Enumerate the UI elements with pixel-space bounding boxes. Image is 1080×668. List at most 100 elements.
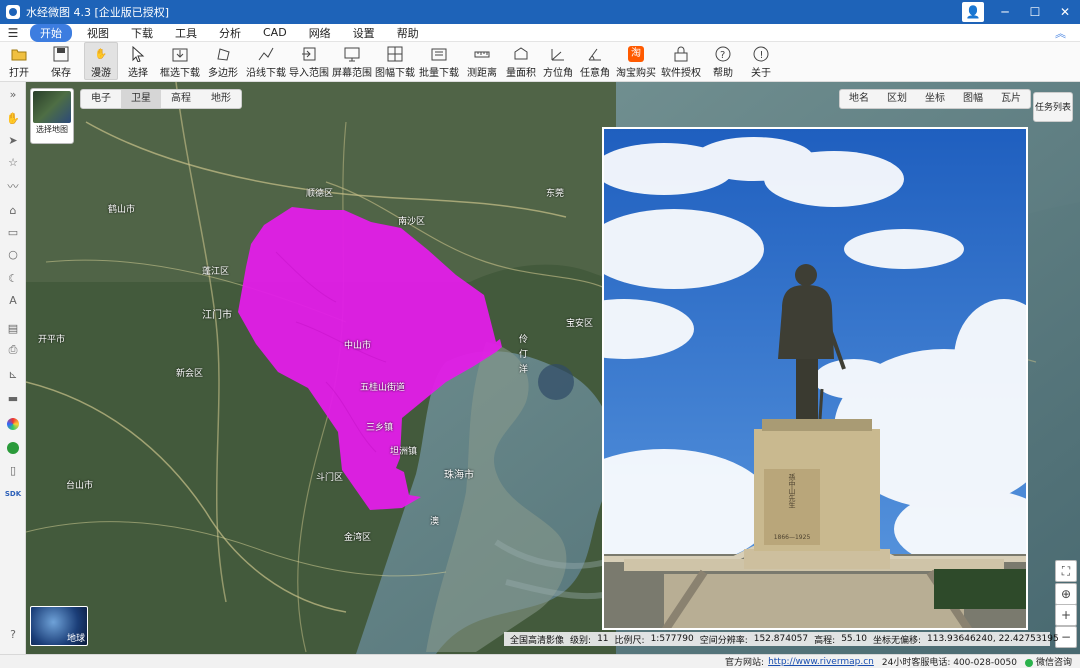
printer-icon[interactable]: ⎙ [5, 342, 21, 358]
site-link[interactable]: http://www.rivermap.cn [768, 657, 874, 667]
rectangle-icon[interactable]: ▭ [5, 224, 21, 240]
tab-electronic[interactable]: 电子 [81, 90, 121, 108]
minimize-button[interactable]: ─ [990, 0, 1020, 24]
close-button[interactable]: ✕ [1050, 0, 1080, 24]
line-download-button[interactable]: 沿线下载 [244, 42, 288, 80]
info-coord-label: 坐标无偏移: [872, 635, 921, 646]
menu-analysis[interactable]: 分析 [208, 25, 252, 41]
locate-icon[interactable]: ⊕ [1055, 583, 1077, 605]
polyline-icon[interactable]: 〰 [5, 178, 21, 194]
lock-icon [672, 45, 690, 63]
tab-placename[interactable]: 地名 [840, 90, 878, 108]
measure-distance-button[interactable]: 测距离 [462, 42, 502, 80]
map-label-tanzhou: 坦洲镇 [390, 447, 418, 457]
compass-icon[interactable] [5, 440, 21, 456]
map-label-pengjiang: 蓬江区 [202, 267, 230, 277]
info-icon: ! [752, 45, 770, 63]
statue-photo: 孫中山先生 1866—1925 [602, 127, 1028, 630]
map-type-selector[interactable]: 选择地图 [30, 88, 74, 144]
expand-icon[interactable]: » [5, 86, 21, 102]
box-download-icon [171, 45, 189, 63]
map-label-xinhui: 新会区 [176, 369, 204, 379]
select-button[interactable]: 选择 [118, 42, 158, 80]
map-label-heshan: 鹤山市 [108, 205, 136, 215]
collapse-ribbon-icon[interactable]: ︽ [1055, 25, 1066, 41]
phone-icon[interactable]: ▯ [5, 462, 21, 478]
color-icon[interactable] [5, 416, 21, 432]
azimuth-icon[interactable]: ⊾ [5, 366, 21, 382]
circle-icon[interactable]: ○ [5, 246, 21, 262]
info-layer: 全国高清影像 [510, 635, 565, 646]
task-list-button[interactable]: 任务列表 [1033, 92, 1073, 122]
map-label-jinwan: 金湾区 [344, 533, 372, 543]
info-res-label: 空间分辨率: [699, 635, 748, 646]
save-button[interactable]: 保存 [38, 42, 84, 80]
help-button[interactable]: ? 帮助 [704, 42, 742, 80]
svg-text:?: ? [720, 50, 725, 61]
info-elev: 55.10 [841, 634, 867, 644]
maximize-button[interactable]: ☐ [1020, 0, 1050, 24]
menu-download[interactable]: 下载 [120, 25, 164, 41]
any-angle-button[interactable]: 任意角 [576, 42, 614, 80]
menu-network[interactable]: 网络 [298, 25, 342, 41]
tab-satellite[interactable]: 卫星 [121, 90, 161, 108]
menu-help[interactable]: 帮助 [386, 25, 430, 41]
help-circle-icon[interactable]: ? [5, 626, 21, 642]
area-icon [512, 45, 530, 63]
star-icon[interactable]: ☆ [5, 154, 21, 170]
box-download-button[interactable]: 框选下载 [158, 42, 202, 80]
area-icon[interactable]: ⌂ [5, 202, 21, 218]
menu-tools[interactable]: 工具 [164, 25, 208, 41]
map-label-sanxiang: 三乡镇 [366, 423, 394, 433]
about-button[interactable]: ! 关于 [742, 42, 780, 80]
fullscreen-icon[interactable]: ⛶ [1055, 560, 1077, 582]
map-label-zhuhai: 珠海市 [444, 470, 474, 481]
polygon-icon [214, 45, 232, 63]
sdk-icon[interactable]: SDK [5, 486, 21, 502]
text-icon[interactable]: A [5, 292, 21, 308]
layers-icon[interactable]: ▤ [5, 320, 21, 336]
hand-icon[interactable]: ✋ [5, 110, 21, 126]
open-button[interactable]: 打开 [0, 42, 38, 80]
info-res: 152.874057 [753, 634, 809, 644]
batch-download-button[interactable]: 批量下载 [416, 42, 462, 80]
azimuth-button[interactable]: 方位角 [540, 42, 576, 80]
tab-tile[interactable]: 瓦片 [992, 90, 1030, 108]
info-coord: 113.93646240, 22.42753195 [927, 634, 1059, 644]
tab-coordinate[interactable]: 坐标 [916, 90, 954, 108]
tab-elevation[interactable]: 高程 [161, 90, 201, 108]
statue-plaque-text: 孫中山先生 [788, 473, 796, 509]
menu-settings[interactable]: 设置 [342, 25, 386, 41]
polyline-icon [257, 45, 275, 63]
map-source-tabs: 电子 卫星 高程 地形 [80, 89, 242, 109]
cursor-icon[interactable]: ➤ [5, 132, 21, 148]
tab-sheet[interactable]: 图幅 [954, 90, 992, 108]
map-label-doumen: 斗门区 [316, 473, 344, 483]
license-button[interactable]: 软件授权 [658, 42, 704, 80]
tab-district[interactable]: 区划 [878, 90, 916, 108]
globe-button[interactable]: 地球 [30, 606, 88, 646]
menu-start[interactable]: 开始 [30, 23, 72, 42]
hotline: 24小时客服电话: 400-028-0050 [881, 658, 1017, 668]
zoom-in-button[interactable]: + [1055, 604, 1077, 626]
measure-area-button[interactable]: 量面积 [502, 42, 540, 80]
monitor-icon [343, 45, 361, 63]
polygon-button[interactable]: 多边形 [202, 42, 244, 80]
hand-icon: ✋ [94, 49, 108, 60]
ruler-icon[interactable]: ▬ [5, 390, 21, 406]
map-label-wuguishan: 五桂山街道 [360, 383, 406, 393]
hamburger-icon[interactable]: ☰ [0, 26, 26, 40]
import-range-button[interactable]: 导入范围 [288, 42, 330, 80]
map-label-zhongshan: 中山市 [344, 341, 372, 351]
moon-icon[interactable]: ☾ [5, 270, 21, 286]
menu-cad[interactable]: CAD [252, 26, 298, 39]
map-label-lingdingyang: 伶仃洋 [517, 334, 527, 379]
tab-terrain[interactable]: 地形 [201, 90, 241, 108]
sheet-download-button[interactable]: 图幅下载 [374, 42, 416, 80]
pan-button[interactable]: ✋ 漫游 [84, 42, 118, 80]
wechat-consult[interactable]: 微信咨询 [1024, 655, 1072, 668]
taobao-button[interactable]: 淘淘宝购买 [614, 42, 658, 80]
user-icon[interactable]: 👤 [962, 2, 984, 22]
screen-range-button[interactable]: 屏幕范围 [330, 42, 374, 80]
menu-view[interactable]: 视图 [76, 25, 120, 41]
